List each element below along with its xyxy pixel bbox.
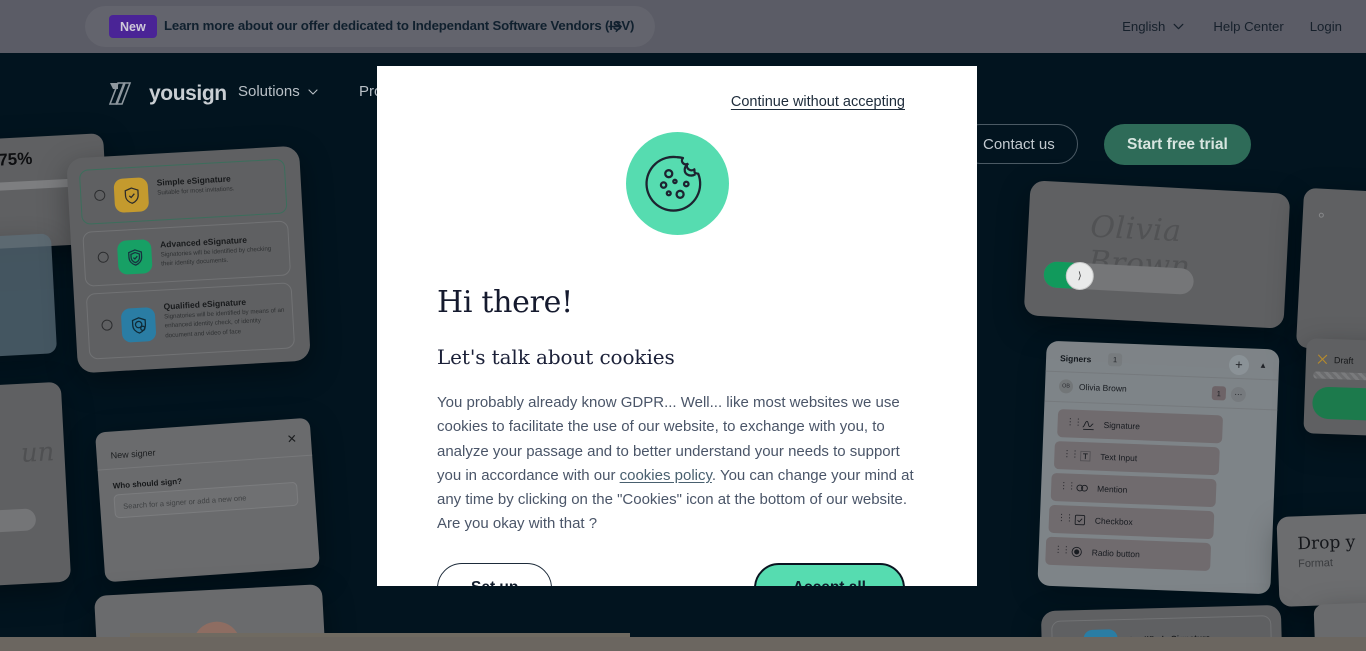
cookie-icon [625, 132, 729, 235]
start-free-trial-button[interactable]: Start free trial [1104, 124, 1251, 165]
announcement-right-links: English Help Center Login [1109, 0, 1366, 53]
modal-title: Hi there! [437, 285, 573, 320]
language-selector[interactable]: English [1109, 19, 1198, 34]
bg-new-signer-card: New signer ✕ Who should sign? Search for… [95, 417, 320, 583]
bg-field-row: ⋮⋮ Checkbox [1048, 504, 1215, 540]
bg-dot [1318, 212, 1324, 218]
help-center-link[interactable]: Help Center [1200, 19, 1296, 34]
bg-esign-option: Advanced eSignature Signatories will be … [82, 220, 292, 287]
drag-handle-icon: ⋮⋮ [1062, 448, 1079, 459]
continue-without-accepting-wrap: Continue without accepting [407, 94, 947, 110]
draft-icon [1317, 354, 1328, 365]
bg-new-signer-title: New signer [110, 447, 156, 461]
bg-signers-panel: Signers 1 + ▲ OB Olivia Brown 1 ⋯ ⋮⋮ Sig… [1037, 340, 1280, 595]
bg-esignature-card: Simple eSignature Suitable for most invi… [66, 145, 311, 374]
login-link[interactable]: Login [1297, 19, 1366, 34]
bg-field-row: ⋮⋮ Signature [1057, 409, 1224, 444]
bg-field-row: ⋮⋮ Text Input [1053, 441, 1220, 476]
bg-field-label: Checkbox [1094, 515, 1133, 528]
bg-new-signer-question: Who should sign? [112, 476, 183, 491]
radio-button-icon [1071, 546, 1082, 558]
new-badge: New [109, 15, 157, 38]
cookie-icon-wrap [407, 132, 947, 235]
radio-button-icon [97, 251, 110, 264]
bg-signature-text: un [20, 437, 56, 469]
bg-draft-card: Draft [1303, 338, 1366, 437]
shield-badge-icon [120, 306, 157, 343]
set-up-button[interactable]: Set up [437, 562, 553, 586]
accept-all-button[interactable]: Accept all [753, 562, 905, 586]
plus-icon: + [1228, 354, 1250, 376]
language-label: English [1122, 19, 1166, 34]
bg-esign-option: Qualified eSignature Signatories will be… [85, 282, 296, 360]
shield-check-icon [116, 239, 153, 275]
bg-field-row: ⋮⋮ Mention [1050, 472, 1217, 508]
bg-bottom-band [0, 637, 1366, 651]
modal-body: You probably already know GDPR... Well..… [437, 391, 917, 537]
bg-field-label: Text Input [1100, 451, 1138, 464]
bg-esign-option: Simple eSignature Suitable for most invi… [78, 158, 288, 225]
bg-signature-sliver-card: un [0, 381, 72, 589]
bg-field-label: Signature [1103, 419, 1141, 432]
bg-signers-title: Signers [1059, 353, 1092, 365]
contact-us-button[interactable]: Contact us [960, 124, 1078, 164]
checkbox-icon [1074, 514, 1086, 526]
chevron-down-icon [308, 88, 318, 95]
announcement-message[interactable]: Learn more about our offer dedicated to … [164, 18, 634, 33]
modal-content: Continue without accepting Hi there! Let… [377, 66, 977, 586]
bg-hatch-bar [1313, 371, 1366, 382]
bg-field-label: Mention [1096, 483, 1128, 495]
nav-item-label: Solutions [238, 83, 300, 100]
cookies-policy-link[interactable]: cookies policy [620, 467, 712, 484]
bg-signer-order: 1 [1211, 386, 1227, 401]
bg-green-button [1311, 386, 1366, 422]
bg-olivia-signature-card: Olivia Brown ⟩ [1023, 180, 1291, 329]
close-icon: ✕ [286, 431, 298, 447]
modal-actions: Set up Accept all [437, 562, 905, 586]
modal-subtitle: Let's talk about cookies [437, 345, 675, 369]
bg-drop-document-card: Drop y Format [1276, 513, 1366, 607]
announcement-bar: New Learn more about our offer dedicated… [0, 0, 1366, 53]
bg-esign-desc: Signatories will be identified by means … [163, 306, 285, 340]
drag-handle-icon: ⋮⋮ [1053, 544, 1070, 555]
drag-handle-icon: ⋮⋮ [1059, 480, 1076, 491]
page-root: 75% ••• Simple eSignature Suitable for m… [0, 0, 1366, 651]
progress-percent: 75% [0, 148, 33, 170]
radio-button-icon [101, 319, 113, 331]
shield-check-icon [113, 177, 150, 214]
bg-signers-count: 1 [1107, 352, 1123, 367]
arrow-right-icon[interactable] [606, 17, 625, 36]
continue-without-accepting-link[interactable]: Continue without accepting [731, 94, 905, 110]
bg-draft-label: Draft [1333, 355, 1354, 366]
logo-wordmark: yousign [149, 81, 227, 105]
drag-handle-icon: ⋮⋮ [1056, 512, 1074, 523]
bg-signer-search-placeholder: Search for a signer or add a new one [122, 493, 247, 511]
logo[interactable]: yousign [108, 81, 227, 106]
bg-signer-name: Olivia Brown [1078, 381, 1127, 394]
nav-item-solutions[interactable]: Solutions [238, 83, 319, 100]
bg-blue-panel [0, 233, 58, 359]
radio-button-icon [93, 189, 106, 202]
bg-field-row: ⋮⋮ Radio button [1045, 536, 1212, 572]
mention-icon [1076, 484, 1088, 492]
bg-right-edge-card [1295, 187, 1366, 353]
chevron-down-icon [1173, 23, 1184, 30]
signature-icon [1082, 420, 1094, 431]
bg-field-label: Radio button [1091, 547, 1141, 560]
chevron-up-icon: ▲ [1258, 360, 1268, 371]
text-input-icon [1080, 450, 1091, 462]
cookie-consent-modal: Continue without accepting Hi there! Let… [377, 66, 977, 586]
yousign-logo-icon [108, 82, 132, 105]
bg-drop-subtitle: Format [1297, 557, 1334, 571]
bg-drop-title: Drop y [1297, 532, 1356, 555]
bg-slider-track [0, 508, 37, 536]
avatar: OB [1058, 379, 1074, 394]
drag-handle-icon: ⋮⋮ [1065, 416, 1082, 428]
ellipsis-icon: ⋯ [1230, 386, 1247, 403]
